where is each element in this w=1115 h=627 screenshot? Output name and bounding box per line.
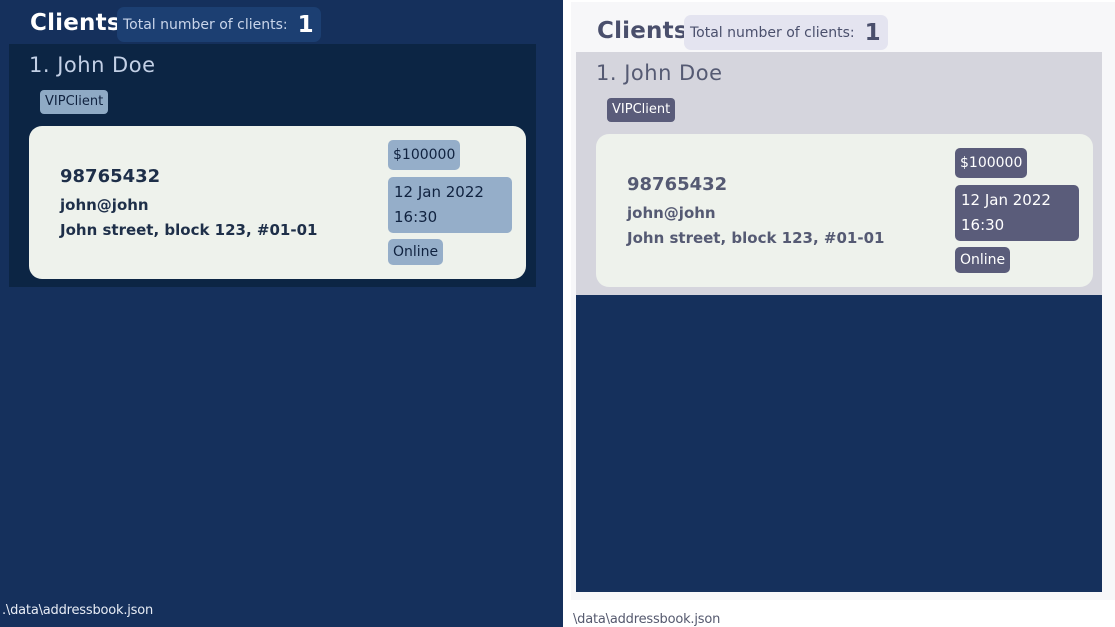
empty-list-area	[576, 295, 1102, 592]
client-email: john@john	[627, 204, 716, 222]
appointment-date: 12 Jan 2022	[394, 183, 484, 201]
status-bar-file-path: \data\addressbook.json	[573, 612, 721, 627]
client-list-panel-dark: Clients Total number of clients: 1 1. Jo…	[0, 0, 563, 627]
client-tag: VIPClient	[40, 90, 109, 114]
client-details-card: 98765432 john@john John street, block 12…	[596, 134, 1093, 287]
client-count-label: Total number of clients:	[123, 16, 288, 33]
client-count-value: 1	[864, 19, 881, 46]
client-appointment-badge: 12 Jan 2022 16:30	[388, 177, 512, 233]
client-address: John street, block 123, #01-01	[627, 229, 885, 247]
appointment-time: 16:30	[394, 208, 438, 226]
panel-title: Clients	[30, 10, 121, 36]
client-phone: 98765432	[627, 174, 728, 195]
client-name: 1. John Doe	[596, 61, 723, 85]
client-tag: VIPClient	[607, 98, 676, 122]
client-appointment-badge: 12 Jan 2022 16:30	[955, 185, 1079, 241]
client-address: John street, block 123, #01-01	[60, 221, 318, 239]
client-count-badge: Total number of clients: 1	[117, 7, 321, 42]
status-bar-file-path: .\data\addressbook.json	[2, 603, 154, 618]
client-count-badge: Total number of clients: 1	[684, 15, 888, 50]
client-count-value: 1	[297, 11, 314, 38]
client-price-badge: $100000	[955, 148, 1028, 178]
client-status-badge: Online	[388, 239, 444, 265]
client-status-badge: Online	[955, 247, 1011, 273]
appointment-time: 16:30	[961, 216, 1005, 234]
appointment-date: 12 Jan 2022	[961, 191, 1051, 209]
client-phone: 98765432	[60, 166, 161, 187]
client-email: john@john	[60, 196, 149, 214]
client-list-panel-light: Clients Total number of clients: 1 1. Jo…	[563, 0, 1115, 627]
client-price-badge: $100000	[388, 140, 461, 170]
client-card[interactable]: 1. John Doe VIPClient 98765432 john@john…	[9, 44, 536, 287]
client-card[interactable]: 1. John Doe VIPClient 98765432 john@john…	[576, 52, 1102, 295]
client-count-label: Total number of clients:	[690, 24, 855, 41]
client-details-card: 98765432 john@john John street, block 12…	[29, 126, 526, 279]
panel-title: Clients	[597, 18, 688, 44]
client-name: 1. John Doe	[29, 53, 156, 77]
